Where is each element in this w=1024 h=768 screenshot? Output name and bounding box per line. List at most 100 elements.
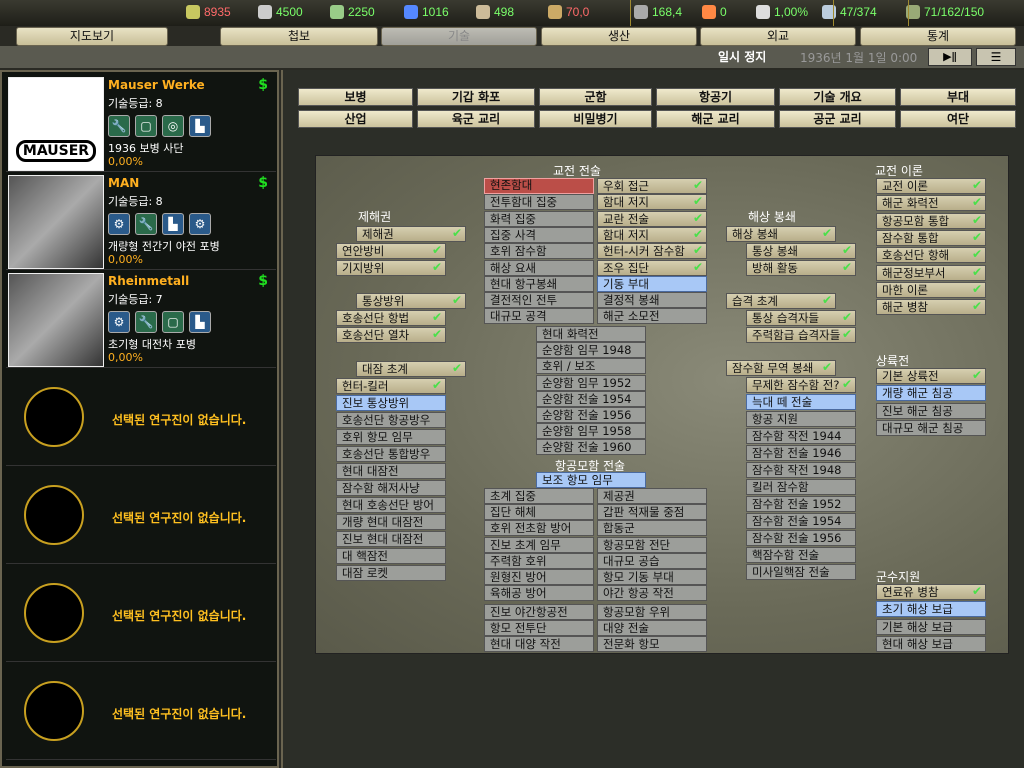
tech-item[interactable]: 집단 해체: [484, 504, 594, 520]
tech-item[interactable]: 결전적인 전투: [484, 292, 594, 308]
tab-3[interactable]: 생산: [541, 27, 697, 46]
play-pause-button[interactable]: ▶ǁ: [928, 48, 972, 66]
tech-item[interactable]: 기동 부대: [597, 276, 707, 292]
tech-item[interactable]: 항모 전투단: [484, 620, 594, 636]
tech-item[interactable]: 습격 초계 ✔: [726, 293, 836, 309]
tech-item[interactable]: 합동군: [597, 520, 707, 536]
tech-item[interactable]: 잠수함 전술 1952: [746, 496, 856, 512]
tech-item[interactable]: 해상 봉쇄 ✔: [726, 226, 836, 242]
tech-item[interactable]: 해군 화력전 ✔: [876, 195, 986, 211]
tech-item[interactable]: 호위 / 보조: [536, 358, 646, 374]
tech-item[interactable]: 잠수함 통합 ✔: [876, 230, 986, 246]
tech-item[interactable]: 대규모 해군 침공: [876, 420, 986, 436]
tech-item[interactable]: 헌터-킬러 ✔: [336, 378, 446, 394]
tech-item[interactable]: 순양함 전술 1956: [536, 407, 646, 423]
tech-item[interactable]: 순양함 임무 1958: [536, 423, 646, 439]
research-slot[interactable]: MAN $ 기술등급: 8 ⚙ 🔧 ▙ ⚙ 개량형 전간기 야전 포병 0,00%: [6, 173, 276, 270]
tech-item[interactable]: 호위 잠수함: [484, 243, 594, 259]
tech-item[interactable]: 현대 화력전: [536, 326, 646, 342]
category-6[interactable]: 산업: [298, 110, 413, 128]
tech-item[interactable]: 조우 집단 ✔: [597, 260, 707, 276]
tech-item[interactable]: 진보 해군 침공: [876, 403, 986, 419]
menu-button[interactable]: ☰: [976, 48, 1016, 66]
tech-item[interactable]: 원형진 방어: [484, 569, 594, 585]
tech-item[interactable]: 대양 전술: [597, 620, 707, 636]
tech-item[interactable]: 항모 기동 부대: [597, 569, 707, 585]
category-1[interactable]: 기갑 화포: [417, 88, 535, 106]
research-slot[interactable]: 선택된 연구진이 없습니다.: [6, 467, 276, 564]
tech-item[interactable]: 초계 집중: [484, 488, 594, 504]
tech-item[interactable]: 보조 항모 임무: [536, 472, 646, 488]
category-5[interactable]: 부대: [900, 88, 1016, 106]
tech-item[interactable]: 제공권: [597, 488, 707, 504]
tech-item[interactable]: 대잠 로켓: [336, 565, 446, 581]
category-2[interactable]: 군함: [539, 88, 652, 106]
tech-item[interactable]: 현대 해상 보급: [876, 636, 986, 652]
tech-item[interactable]: 마한 이론 ✔: [876, 282, 986, 298]
tech-item[interactable]: 함대 저지 ✔: [597, 227, 707, 243]
tech-item[interactable]: 호송선단 통합방우: [336, 446, 446, 462]
tech-item[interactable]: 연안방비 ✔: [336, 243, 446, 259]
tab-1[interactable]: 첩보: [220, 27, 378, 46]
tech-item[interactable]: 초기 해상 보급: [876, 601, 986, 617]
tech-item[interactable]: 항공 지원: [746, 411, 856, 427]
category-10[interactable]: 공군 교리: [779, 110, 896, 128]
category-11[interactable]: 여단: [900, 110, 1016, 128]
tech-item[interactable]: 해군정보부서 ✔: [876, 265, 986, 281]
tech-item[interactable]: 현대 대잠전: [336, 463, 446, 479]
research-slot[interactable]: MAUSER Mauser Werke $ 기술등급: 8 🔧 ▢ ◎ ▙ 1936 보병 사단…: [6, 75, 276, 172]
tech-item[interactable]: 순양함 임무 1952: [536, 375, 646, 391]
tech-item[interactable]: 잠수함 해저사냥: [336, 480, 446, 496]
tech-item[interactable]: 무제한 잠수함 전? ✔: [746, 377, 856, 393]
tech-item[interactable]: 순양함 임무 1948: [536, 342, 646, 358]
tech-item[interactable]: 호위 항모 임무: [336, 429, 446, 445]
tech-item[interactable]: 항공모함 전단: [597, 537, 707, 553]
tech-item[interactable]: 진보 현대 대잠전: [336, 531, 446, 547]
tech-item[interactable]: 육해공 방어: [484, 585, 594, 601]
tech-item[interactable]: 대 핵잠전: [336, 548, 446, 564]
tab-2[interactable]: 기술: [381, 27, 537, 46]
category-0[interactable]: 보병: [298, 88, 413, 106]
tech-item[interactable]: 잠수함 작전 1944: [746, 428, 856, 444]
tech-item[interactable]: 호위 전초함 방어: [484, 520, 594, 536]
tech-item[interactable]: 방해 활동 ✔: [746, 260, 856, 276]
tech-item[interactable]: 잠수함 전술 1946: [746, 445, 856, 461]
tech-item[interactable]: 기본 상륙전 ✔: [876, 368, 986, 384]
tech-item[interactable]: 전투함대 집중: [484, 194, 594, 210]
category-9[interactable]: 해군 교리: [656, 110, 775, 128]
tech-item[interactable]: 교란 전술 ✔: [597, 211, 707, 227]
tech-item[interactable]: 잠수함 무역 봉쇄 ✔: [726, 360, 836, 376]
tech-item[interactable]: 늑대 떼 전술: [746, 394, 856, 410]
tech-item[interactable]: 교전 이론 ✔: [876, 178, 986, 194]
tech-item[interactable]: 잠수함 전술 1954: [746, 513, 856, 529]
tech-item[interactable]: 야간 항공 작전: [597, 585, 707, 601]
category-4[interactable]: 기술 개요: [779, 88, 896, 106]
research-slot[interactable]: 선택된 연구진이 없습니다.: [6, 663, 276, 760]
tech-item[interactable]: 진보 통상방위: [336, 395, 446, 411]
tech-item[interactable]: 주력함급 습격자들 ✔: [746, 327, 856, 343]
tech-item[interactable]: 결정적 봉쇄: [597, 292, 707, 308]
tech-item[interactable]: 호송선단 항공방우: [336, 412, 446, 428]
tech-item[interactable]: 화력 집중: [484, 211, 594, 227]
tech-item[interactable]: 킬러 잠수함: [746, 479, 856, 495]
tech-item[interactable]: 진보 야간항공전: [484, 604, 594, 620]
tech-item[interactable]: 연료유 병참 ✔: [876, 584, 986, 600]
tech-item[interactable]: 개량 해군 침공: [876, 385, 986, 401]
tech-item[interactable]: 집중 사격: [484, 227, 594, 243]
tech-item[interactable]: 통상 습격자들 ✔: [746, 310, 856, 326]
category-8[interactable]: 비밀병기: [539, 110, 652, 128]
tech-item[interactable]: 개량 현대 대잠전: [336, 514, 446, 530]
tech-item[interactable]: 잠수함 전술 1956: [746, 530, 856, 546]
research-slot[interactable]: 선택된 연구진이 없습니다.: [6, 565, 276, 662]
tech-item[interactable]: 미사일핵잠 전술: [746, 564, 856, 580]
tech-item[interactable]: 해군 병참 ✔: [876, 299, 986, 315]
tech-item[interactable]: 항공모함 우위: [597, 604, 707, 620]
tab-5[interactable]: 통계: [860, 27, 1016, 46]
tech-item[interactable]: 해군 소모전: [597, 308, 707, 324]
tech-item[interactable]: 함대 저지 ✔: [597, 194, 707, 210]
tech-item[interactable]: 기본 해상 보급: [876, 619, 986, 635]
tech-item[interactable]: 기지방위 ✔: [336, 260, 446, 276]
tech-item[interactable]: 갑판 적재물 중점: [597, 504, 707, 520]
tech-item[interactable]: 대규모 공습: [597, 553, 707, 569]
tech-item[interactable]: 진보 초계 임무: [484, 537, 594, 553]
